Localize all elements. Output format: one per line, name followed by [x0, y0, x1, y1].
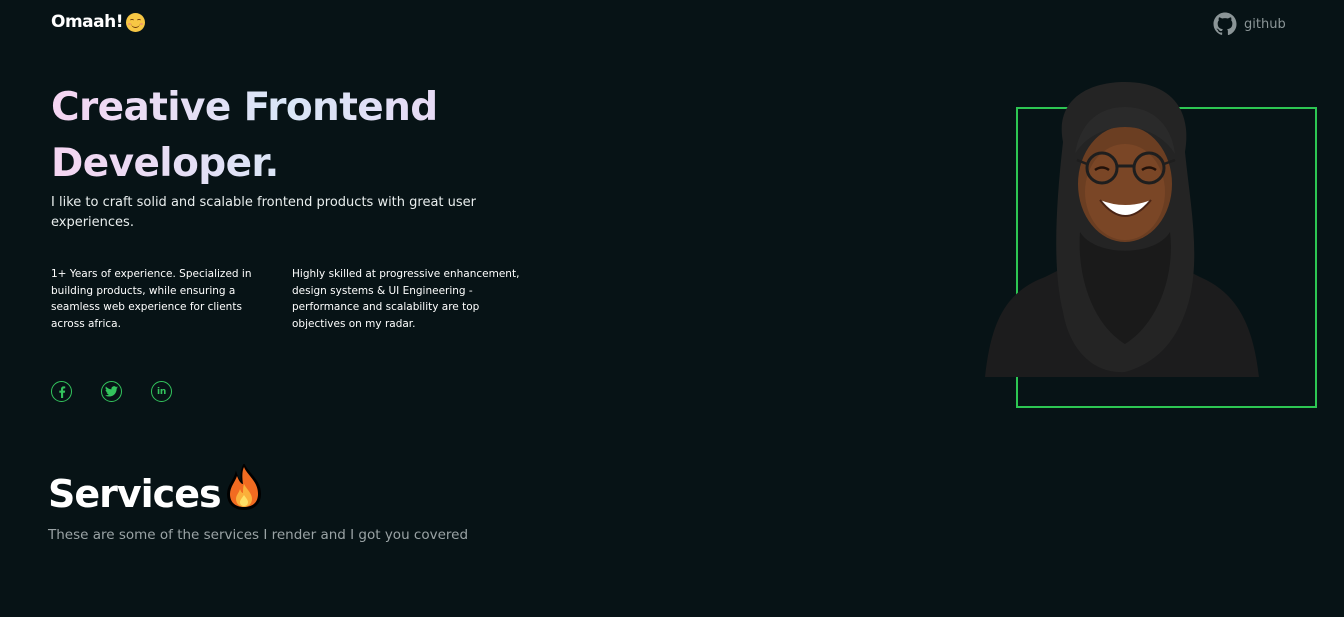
- hero-title-line2: Developer.: [51, 141, 279, 186]
- smiling-face-icon: [125, 12, 145, 32]
- site-logo[interactable]: Omaah!: [51, 12, 145, 32]
- experience-text: 1+ Years of experience. Specialized in b…: [51, 268, 252, 330]
- hero-title: Creative Frontend Developer.: [51, 80, 531, 192]
- portfolio-page: Omaah! github Creative Frontend Develope…: [0, 0, 1344, 617]
- hero-title-line1: Creative Frontend: [51, 85, 438, 130]
- skills-text: Highly skilled at progressive enhancemen…: [292, 268, 520, 330]
- hero-subtitle: I like to craft solid and scalable front…: [51, 195, 477, 230]
- github-icon: [1213, 12, 1237, 36]
- services-subtitle: These are some of the services I render …: [48, 527, 469, 543]
- linkedin-icon: in: [157, 386, 166, 397]
- fire-icon: [226, 464, 261, 510]
- services-heading: Services: [48, 464, 262, 516]
- facebook-link[interactable]: [51, 381, 72, 402]
- profile-portrait: [985, 82, 1259, 377]
- logo-text: Omaah!: [51, 12, 123, 32]
- services-title: Services: [48, 472, 222, 516]
- github-label: github: [1244, 16, 1286, 32]
- twitter-icon: [105, 386, 118, 397]
- social-links: in: [51, 381, 172, 402]
- linkedin-link[interactable]: in: [151, 381, 172, 402]
- twitter-link[interactable]: [101, 381, 122, 402]
- facebook-icon: [58, 385, 65, 398]
- github-link[interactable]: github: [1213, 12, 1286, 36]
